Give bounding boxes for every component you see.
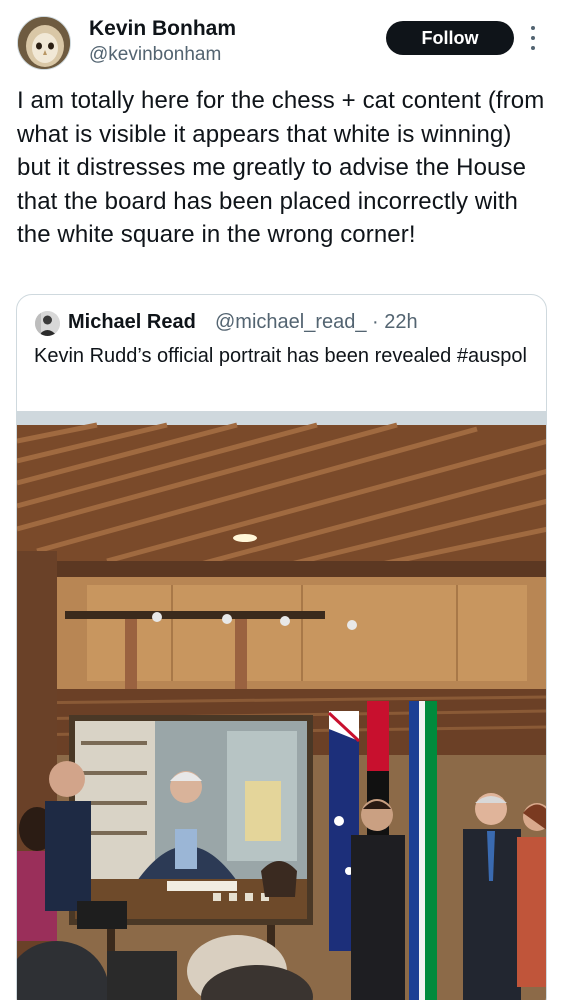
quoted-author-name[interactable]: Michael Read [68,311,196,334]
tweet-text: I am totally here for the chess + cat co… [17,87,545,249]
tweet-header: Kevin Bonham @kevinbonham Follow [0,0,563,80]
portrait-unveiling-photo[interactable] [17,411,546,1000]
quoted-author-avatar[interactable] [35,311,60,336]
more-vertical-icon[interactable] [526,26,540,50]
author-name[interactable]: Kevin Bonham [89,17,236,41]
quoted-tweet[interactable]: Michael Read @michael_read_ · 22h Kevin … [16,294,547,1000]
author-avatar[interactable] [17,16,71,70]
author-handle[interactable]: @kevinbonham [89,44,221,66]
follow-button[interactable]: Follow [386,21,514,55]
quoted-tweet-text: Kevin Rudd’s official portrait has been … [34,345,527,367]
quoted-author-handle[interactable]: @michael_read_ · 22h [215,311,418,334]
